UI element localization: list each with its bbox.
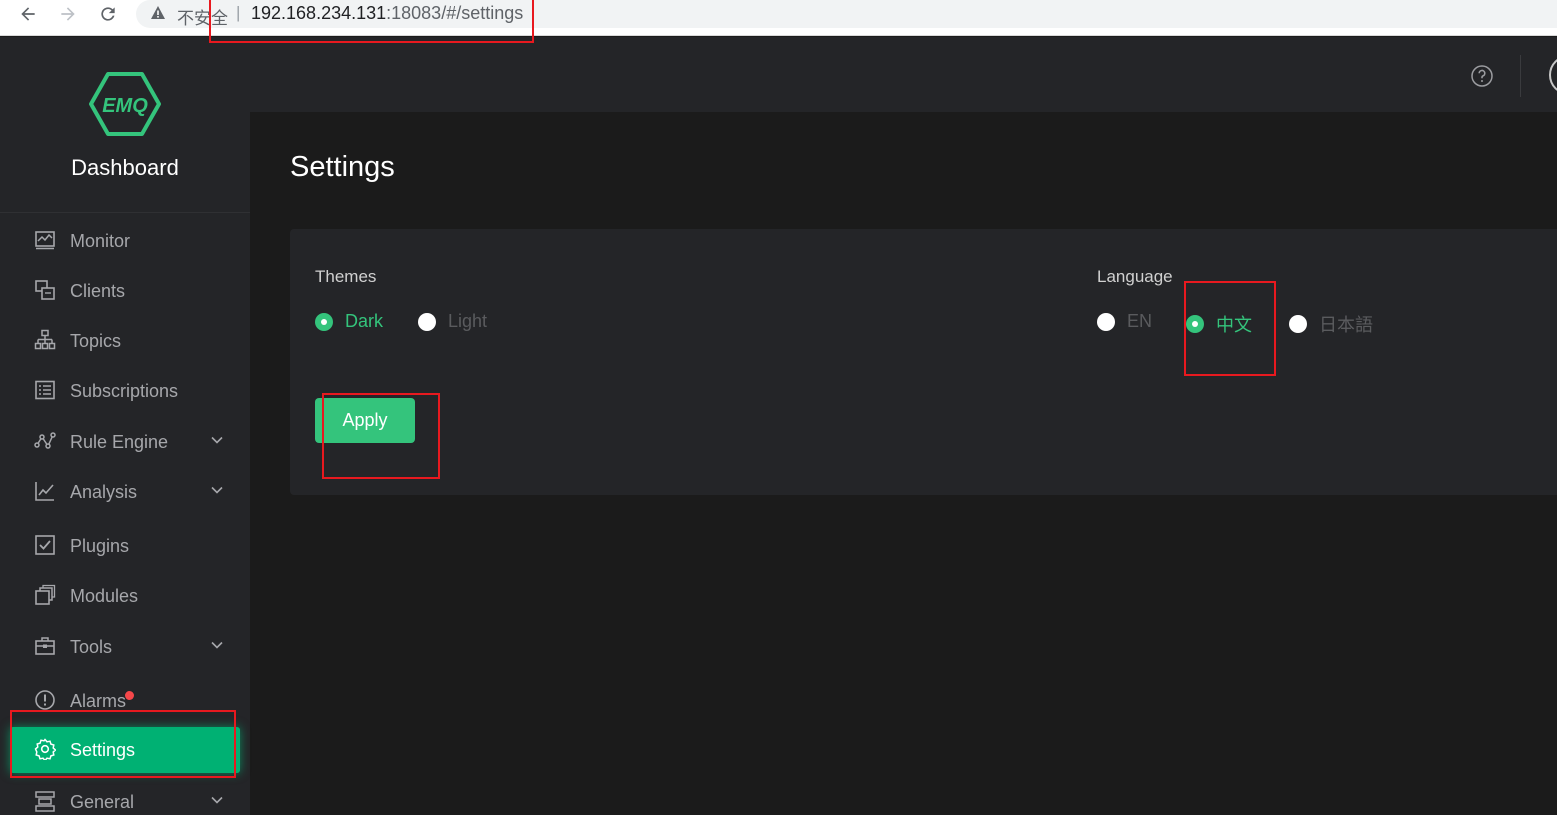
address-separator: |	[236, 3, 241, 22]
help-icon[interactable]	[1470, 64, 1494, 88]
sidebar-item-label: Settings	[70, 740, 136, 760]
clients-icon	[34, 279, 56, 301]
forward-button[interactable]	[56, 2, 80, 26]
monitor-icon	[34, 229, 56, 251]
emq-logo: EMQ	[89, 72, 161, 136]
sidebar-item-label: Analysis	[70, 482, 138, 502]
sidebar-item-general[interactable]: General	[10, 779, 240, 815]
tools-icon	[34, 635, 56, 657]
analysis-icon	[34, 480, 56, 502]
url-text[interactable]: 192.168.234.131:18083/#/settings	[251, 3, 523, 24]
radio-unchecked-icon	[1289, 315, 1307, 333]
page-title: Settings	[290, 151, 395, 183]
sidebar-item-alarms[interactable]: Alarms	[10, 678, 240, 724]
sidebar-item-label: Topics	[70, 331, 122, 351]
sidebar-item-label: Tools	[70, 637, 113, 657]
radio-label: EN	[1127, 311, 1153, 331]
sidebar-item-label: Subscriptions	[70, 381, 179, 401]
theme-radio-light[interactable]: Light	[418, 311, 487, 332]
arrow-left-icon	[21, 7, 35, 21]
sidebar-item-analysis[interactable]: Analysis	[10, 469, 240, 515]
radio-label: Dark	[345, 311, 384, 331]
reload-icon	[101, 7, 115, 21]
topics-icon	[34, 329, 56, 351]
subscriptions-icon	[34, 379, 56, 401]
reload-button[interactable]	[96, 2, 120, 26]
sidebar-item-label: Alarms	[70, 691, 127, 711]
modules-icon	[34, 584, 56, 606]
sidebar-item-plugins[interactable]: Plugins	[10, 523, 240, 569]
theme-radio-dark[interactable]: Dark	[315, 311, 383, 332]
sidebar: EMQ Dashboard Monitor Clients Topics Sub…	[0, 37, 250, 815]
radio-label: 中文	[1216, 315, 1252, 336]
header-divider	[1520, 55, 1521, 97]
radio-label: 日本語	[1319, 315, 1373, 336]
settings-card: Themes Dark Light Language EN 中文 日本語 App…	[290, 229, 1557, 495]
radio-label: Light	[448, 311, 488, 331]
sidebar-item-subscriptions[interactable]: Subscriptions	[10, 368, 240, 414]
language-radio-ja[interactable]: 日本語	[1289, 311, 1373, 337]
insecure-label: 不安全	[177, 9, 228, 29]
chevron-down-icon	[211, 796, 223, 804]
alarm-badge	[125, 691, 134, 700]
sidebar-item-clients[interactable]: Clients	[10, 268, 240, 314]
brand-title: Dashboard	[71, 155, 179, 180]
sidebar-item-rule-engine[interactable]: Rule Engine	[10, 419, 240, 465]
sidebar-item-label: Clients	[70, 281, 126, 301]
logo-text: EMQ	[102, 95, 148, 117]
sidebar-item-tools[interactable]: Tools	[10, 624, 240, 670]
top-header	[250, 37, 1557, 112]
plugins-icon	[34, 534, 56, 556]
sidebar-item-modules[interactable]: Modules	[10, 573, 240, 619]
sidebar-item-label: Modules	[70, 586, 139, 606]
language-radio-zh[interactable]: 中文	[1186, 311, 1252, 337]
gear-icon	[34, 738, 57, 762]
warning-icon	[151, 6, 165, 19]
language-radio-en[interactable]: EN	[1097, 311, 1152, 332]
radio-checked-icon	[315, 312, 333, 331]
radio-unchecked-icon	[418, 312, 436, 331]
sidebar-item-settings[interactable]: Settings	[10, 727, 240, 773]
sidebar-item-label: General	[70, 792, 135, 812]
url-host: 192.168.234.131	[251, 3, 387, 23]
browser-toolbar: 不安全 | 192.168.234.131:18083/#/settings	[0, 0, 1557, 36]
avatar[interactable]	[1549, 55, 1557, 95]
sidebar-item-label: Plugins	[70, 536, 130, 556]
themes-label: Themes	[315, 267, 377, 286]
radio-checked-icon	[1186, 315, 1204, 333]
sidebar-item-monitor[interactable]: Monitor	[10, 218, 240, 264]
chevron-down-icon	[211, 641, 223, 649]
chevron-down-icon	[211, 486, 223, 494]
rule-engine-icon	[34, 430, 56, 452]
chevron-down-icon	[211, 436, 223, 444]
language-label: Language	[1097, 267, 1173, 286]
arrow-right-icon	[61, 7, 75, 21]
sidebar-item-label: Monitor	[70, 231, 131, 251]
url-path: :18083/#/settings	[386, 3, 524, 23]
general-icon	[34, 790, 56, 812]
sidebar-item-label: Rule Engine	[70, 432, 169, 452]
apply-button[interactable]: Apply	[315, 398, 415, 443]
sidebar-item-topics[interactable]: Topics	[10, 318, 240, 364]
back-button[interactable]	[16, 2, 40, 26]
alarm-icon	[34, 689, 56, 711]
radio-unchecked-icon	[1097, 312, 1115, 331]
sidebar-header: EMQ Dashboard	[0, 37, 250, 213]
